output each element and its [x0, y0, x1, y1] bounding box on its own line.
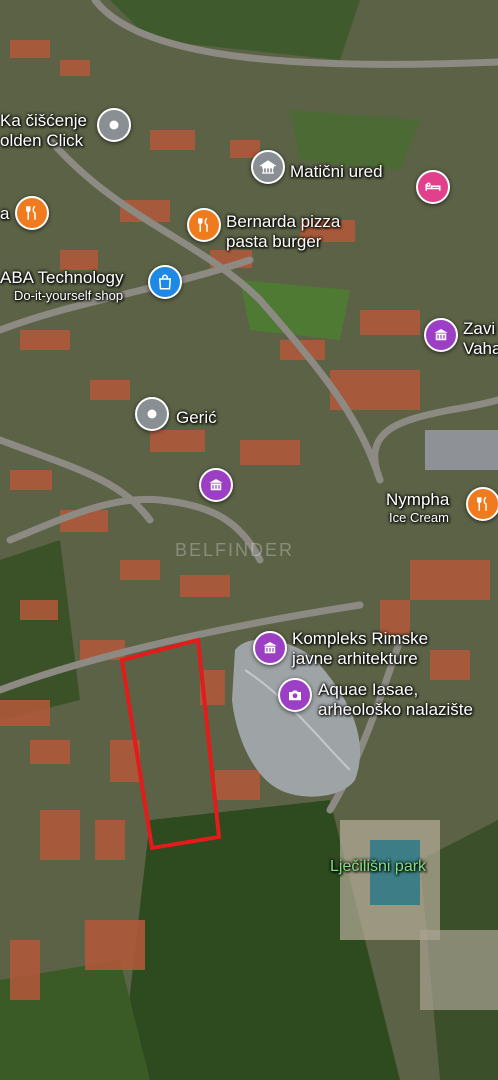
map-pin-nympha[interactable] [466, 487, 498, 521]
map-pin-icon [109, 120, 119, 130]
map-pin-maticni-ured[interactable] [251, 150, 285, 184]
museum-icon [209, 479, 223, 491]
label-subline: Do-it-yourself shop [14, 288, 124, 303]
label-line: olden Click [0, 131, 84, 150]
camera-icon [289, 690, 301, 701]
label-nympha[interactable]: Nympha Ice Cream [386, 490, 449, 526]
label-maticni-ured[interactable]: Matični ured [290, 162, 383, 182]
map-pin-aba-technology[interactable] [148, 265, 182, 299]
label-line: Zavi [463, 319, 496, 338]
map-pin-kompleks-rimske[interactable] [253, 631, 287, 665]
label-line: ABA Technology [0, 268, 124, 287]
label-line: arheološko nalazište [318, 700, 473, 719]
label-kompleks-rimske[interactable]: Kompleks Rimske javne arhitekture [292, 629, 428, 669]
label-line: Nympha [386, 490, 450, 509]
label-line: Matični ured [290, 162, 383, 181]
shopping-bag-icon [158, 274, 172, 290]
museum-icon [263, 642, 277, 654]
label-geric[interactable]: Gerić [176, 408, 217, 428]
map-pin-geric[interactable] [135, 397, 169, 431]
map-pin-icon [147, 409, 157, 419]
map-pin-zavicajni[interactable] [424, 318, 458, 352]
map-pin-bernarda-pizza[interactable] [187, 208, 221, 242]
museum-icon [434, 329, 448, 341]
label-line: Bernarda pizza [226, 212, 341, 231]
label-park[interactable]: Lječilišni park [330, 857, 426, 877]
watermark: BELFINDER [175, 540, 295, 560]
fork-knife-icon [26, 205, 36, 220]
label-line: Vaha [463, 339, 498, 358]
label-line: Aquae Iasae, [318, 680, 419, 699]
satellite-map[interactable]: BELFINDER Ka čišćenje olden Click Matičn… [0, 0, 498, 1080]
fork-knife-icon [198, 217, 208, 232]
label-bernarda-pizza[interactable]: Bernarda pizza pasta burger [226, 212, 340, 252]
label-zavicajni[interactable]: Zavi Vaha [463, 319, 498, 359]
label-aba-technology[interactable]: ABA Technology Do-it-yourself shop [0, 268, 124, 304]
label-aquae-iasae[interactable]: Aquae Iasae, arheološko nalazište [318, 680, 473, 720]
label-line: Gerić [176, 408, 217, 427]
label-line: a [0, 204, 10, 223]
government-icon [259, 160, 277, 174]
label-golden-click[interactable]: Ka čišćenje olden Click [0, 111, 87, 151]
fork-knife-icon [477, 496, 487, 511]
map-pin-restaurant-left[interactable] [15, 196, 49, 230]
label-line: pasta burger [226, 232, 322, 251]
label-restaurant-left[interactable]: a [0, 204, 9, 224]
label-line: javne arhitekture [292, 649, 418, 668]
map-pin-museum-center[interactable] [199, 468, 233, 502]
label-subline: Ice Cream [389, 510, 449, 525]
label-line: Kompleks Rimske [292, 629, 429, 648]
label-line: Ka čišćenje [0, 111, 87, 130]
map-pin-aquae-iasae[interactable] [278, 678, 312, 712]
bed-icon [425, 182, 441, 191]
map-pin-hotel[interactable] [416, 170, 450, 204]
map-pin-golden-click[interactable] [97, 108, 131, 142]
